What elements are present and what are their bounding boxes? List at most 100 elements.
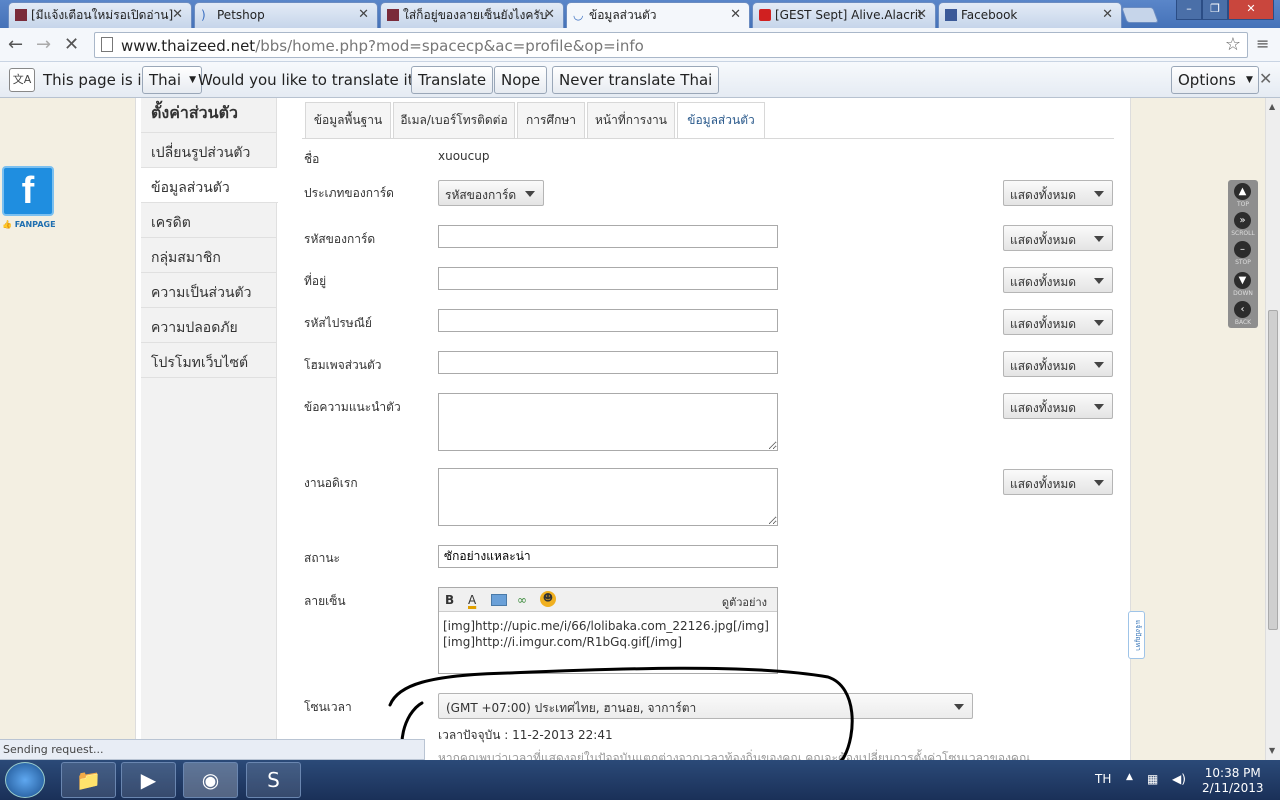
close-tab-icon[interactable]: ✕ <box>172 3 183 27</box>
sidebar-item-security[interactable]: ความปลอดภัย <box>141 308 276 343</box>
volume-icon[interactable]: ◀) <box>1172 772 1186 786</box>
never-translate-button[interactable]: Never translate Thai <box>552 66 720 94</box>
tab-work[interactable]: หน้าที่การงาน <box>587 102 675 138</box>
card-code-input[interactable] <box>438 225 778 248</box>
media-player-icon[interactable]: ▶ <box>121 762 176 798</box>
network-icon[interactable]: ▦ <box>1147 772 1158 786</box>
chevron-down-icon <box>1094 191 1104 197</box>
hobby-textarea[interactable] <box>438 468 778 526</box>
scroll-up-icon[interactable]: ▲ <box>1269 102 1275 111</box>
translate-icon: 文A <box>9 68 35 92</box>
sidebar-item-usergroup[interactable]: กลุ่มสมาชิก <box>141 238 276 273</box>
address-input[interactable] <box>438 267 778 290</box>
browser-tab[interactable]: Facebook ✕ <box>938 2 1122 28</box>
stop-icon[interactable]: – <box>1234 241 1251 258</box>
sidebar-item-profile[interactable]: ข้อมูลส่วนตัว <box>141 168 278 203</box>
privacy-select[interactable]: แสดงทั้งหมด <box>1003 309 1113 335</box>
language-select[interactable]: Thai ▼ <box>142 66 203 94</box>
new-tab-button[interactable] <box>1121 7 1159 23</box>
scroll-down-icon[interactable]: ▼ <box>1269 746 1275 755</box>
maximize-button[interactable]: ❐ <box>1202 0 1228 20</box>
close-tab-icon[interactable]: ✕ <box>1102 3 1113 27</box>
system-clock[interactable]: 10:38 PM 2/11/2013 <box>1202 766 1264 796</box>
back-arrow-icon[interactable]: ← <box>8 34 23 55</box>
tab-title: [GEST Sept] Alive.Alacrit <box>775 8 923 22</box>
chevron-down-icon <box>954 704 964 710</box>
chevron-down-icon: ▼ <box>189 75 197 85</box>
close-window-button[interactable]: ✕ <box>1228 0 1274 20</box>
chevron-down-icon <box>1094 278 1104 284</box>
tab-education[interactable]: การศึกษา <box>517 102 585 138</box>
scroll-icon[interactable]: » <box>1234 212 1251 229</box>
start-button[interactable] <box>5 762 45 798</box>
show-hidden-icons-icon[interactable]: ▲ <box>1126 772 1133 782</box>
sidebar-item-credit[interactable]: เครดิต <box>141 203 276 238</box>
privacy-select[interactable]: แสดงทั้งหมด <box>1003 267 1113 293</box>
browser-tab[interactable]: [GEST Sept] Alive.Alacrit ✕ <box>752 2 936 28</box>
sidebar-item-avatar[interactable]: เปลี่ยนรูปส่วนตัว <box>141 133 276 168</box>
report-problem-tab[interactable]: แจ้งปัญหา <box>1128 611 1145 659</box>
url-text[interactable]: www.thaizeed.net/bbs/home.php?mod=spacec… <box>121 37 644 55</box>
tab-basic-info[interactable]: ข้อมูลพื้นฐาน <box>305 102 391 138</box>
address-bar[interactable]: www.thaizeed.net/bbs/home.php?mod=spacec… <box>94 32 1248 58</box>
browser-tab-active[interactable]: ◡ ข้อมูลส่วนตัว ✕ <box>566 2 750 28</box>
privacy-select[interactable]: แสดงทั้งหมด <box>1003 351 1113 377</box>
close-tab-icon[interactable]: ✕ <box>916 3 927 27</box>
url-host: www.thaizeed.net <box>121 37 256 55</box>
image-icon[interactable] <box>491 594 507 606</box>
status-input[interactable] <box>438 545 778 568</box>
menu-icon[interactable]: ≡ <box>1256 34 1269 53</box>
page-scrollbar[interactable]: ▲ ▼ <box>1265 98 1280 760</box>
explorer-icon[interactable]: 📁 <box>61 762 116 798</box>
translate-button[interactable]: Translate <box>411 66 494 94</box>
scroll-down-icon[interactable]: ▼ <box>1234 272 1251 289</box>
site-favicon-icon <box>387 9 399 21</box>
fanpage-label[interactable]: 👍 FANPAGE <box>2 220 56 229</box>
preview-link[interactable]: ดูตัวอย่าง <box>722 593 767 611</box>
back-icon[interactable]: ‹ <box>1234 301 1251 318</box>
signature-text[interactable]: [img]http://upic.me/i/66/lolibaka.com_22… <box>439 612 777 656</box>
url-path: /bbs/home.php?mod=spacecp&ac=profile&op=… <box>255 37 644 55</box>
bookmark-star-icon[interactable]: ☆ <box>1225 34 1241 55</box>
chevron-down-icon <box>525 191 535 197</box>
font-color-icon[interactable]: A <box>468 593 476 607</box>
smiley-icon[interactable]: ☻ <box>540 591 556 607</box>
intro-textarea[interactable] <box>438 393 778 451</box>
facebook-fanpage-icon[interactable]: f <box>2 166 54 216</box>
sidebar-item-promotion[interactable]: โปรโมทเว็บไซต์ <box>141 343 276 378</box>
translate-bar: 文A This page is in Thai ▼ Would you like … <box>0 62 1280 98</box>
link-icon[interactable]: ∞ <box>517 593 527 607</box>
close-tab-icon[interactable]: ✕ <box>730 3 741 27</box>
privacy-select[interactable]: แสดงทั้งหมด <box>1003 393 1113 419</box>
scroll-label: TOP <box>1236 201 1249 208</box>
minimize-button[interactable]: – <box>1176 0 1202 20</box>
privacy-select[interactable]: แสดงทั้งหมด <box>1003 225 1113 251</box>
close-tab-icon[interactable]: ✕ <box>544 3 555 27</box>
close-icon[interactable]: ✕ <box>1259 69 1272 88</box>
browser-tab[interactable]: [มีแจ้งเตือนใหม่รอเปิดอ่าน] ✕ <box>8 2 192 28</box>
bold-icon[interactable]: B <box>445 593 454 607</box>
chrome-icon[interactable]: ◉ <box>183 762 238 798</box>
scroll-label: DOWN <box>1233 290 1253 297</box>
scroll-top-icon[interactable]: ▲ <box>1234 183 1251 200</box>
options-button[interactable]: Options ▼ <box>1171 66 1259 94</box>
browser-tab[interactable]: ) Petshop ✕ <box>194 2 378 28</box>
card-type-select[interactable]: รหัสของการ์ด <box>438 180 544 206</box>
stop-loading-icon[interactable]: ✕ <box>64 34 79 55</box>
chevron-down-icon <box>1094 362 1104 368</box>
tab-personal-info[interactable]: ข้อมูลส่วนตัว <box>677 102 765 139</box>
browser-tab[interactable]: ใส่ก็อยู่ของลายเซ็นยังไงครับ ✕ <box>380 2 564 28</box>
scrollbar-thumb[interactable] <box>1268 310 1278 630</box>
tab-contact[interactable]: อีเมล/เบอร์โทรติดต่อ <box>393 102 515 138</box>
language-indicator[interactable]: TH <box>1095 772 1111 786</box>
zip-label: รหัสไปรษณีย์ <box>304 316 372 330</box>
zip-input[interactable] <box>438 309 778 332</box>
sidebar-item-privacy[interactable]: ความเป็นส่วนตัว <box>141 273 276 308</box>
homepage-input[interactable] <box>438 351 778 374</box>
privacy-select[interactable]: แสดงทั้งหมด <box>1003 469 1113 495</box>
privacy-select[interactable]: แสดงทั้งหมด <box>1003 180 1113 206</box>
nope-button[interactable]: Nope <box>494 66 548 94</box>
close-tab-icon[interactable]: ✕ <box>358 3 369 27</box>
forward-arrow-icon[interactable]: → <box>36 34 51 55</box>
skype-icon[interactable]: S <box>246 762 301 798</box>
